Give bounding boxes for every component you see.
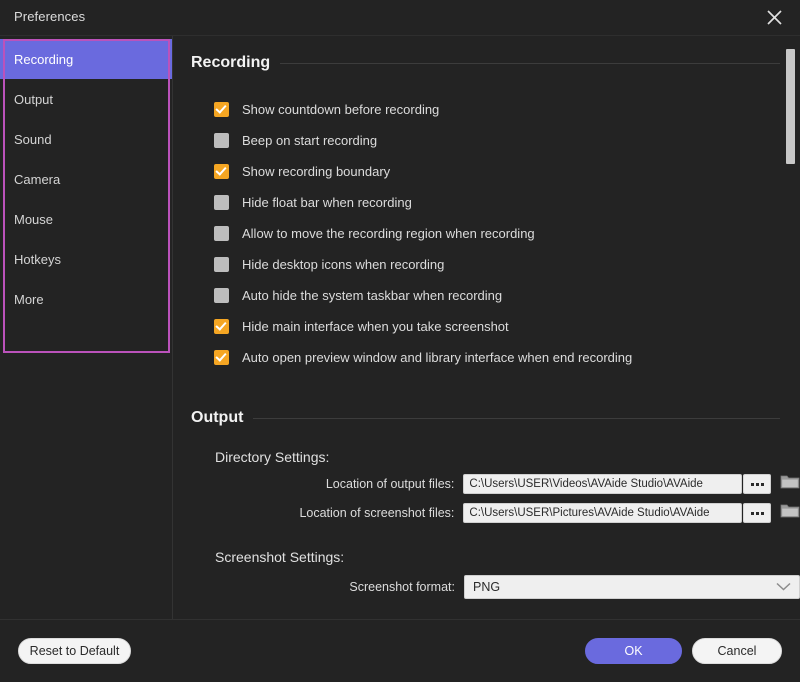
recording-section-header: Recording [191,54,780,72]
directory-settings-label: Directory Settings: [215,449,330,465]
recording-heading: Recording [191,54,271,71]
screenshot-settings-label: Screenshot Settings: [215,549,345,565]
recording-option-label: Beep on start recording [242,133,378,148]
sidebar-item-recording[interactable]: Recording [0,39,172,79]
output-heading: Output [191,409,244,426]
sidebar-item-sound[interactable]: Sound [0,119,172,159]
recording-option-row[interactable]: Auto open preview window and library int… [214,342,800,373]
content-inner: Recording Show countdown before recordin… [173,36,800,619]
sidebar-item-camera[interactable]: Camera [0,159,172,199]
output-location-input[interactable]: C:\Users\USER\Videos\AVAide Studio\AVAid… [463,474,743,494]
sidebar-item-hotkeys[interactable]: Hotkeys [0,239,172,279]
output-section: Output Directory Settings: Location of o… [173,409,800,599]
screenshot-location-row: Location of screenshot files: C:\Users\U… [215,503,800,523]
recording-option-row[interactable]: Beep on start recording [214,125,800,156]
dot-1 [750,482,754,486]
checkbox-unchecked-icon[interactable] [214,257,229,272]
screenshot-format-value: PNG [472,580,501,594]
page-title: Preferences [14,9,86,24]
title-bar: Preferences [0,0,800,36]
content-scrollbar-track[interactable] [786,36,798,619]
output-location-row: Location of output files: C:\Users\USER\… [215,474,800,494]
screenshot-location-browse-button[interactable] [743,503,771,523]
checkbox-unchecked-icon[interactable] [214,195,229,210]
ok-button[interactable]: OK [585,638,682,664]
recording-option-row[interactable]: Allow to move the recording region when … [214,218,800,249]
screenshot-format-row: Screenshot format: PNG [215,575,800,599]
recording-option-row[interactable]: Show countdown before recording [214,94,800,125]
dot-2 [755,511,759,515]
close-button[interactable] [758,2,790,32]
recording-heading-rule [280,62,780,64]
checkbox-checked-icon[interactable] [214,319,229,334]
dot-3 [760,482,764,486]
recording-option-label: Show countdown before recording [242,102,440,117]
sidebar-item-label: Camera [14,171,61,187]
checkbox-unchecked-icon[interactable] [214,288,229,303]
screenshot-format-label: Screenshot format: [349,580,455,594]
screenshot-location-label: Location of screenshot files: [299,506,455,520]
screenshot-location-input[interactable]: C:\Users\USER\Pictures\AVAide Studio\AVA… [463,503,743,523]
reset-to-default-button[interactable]: Reset to Default [18,638,131,664]
dot-3 [760,511,764,515]
dialog-footer: Reset to Default OK Cancel [0,619,800,682]
sidebar-item-label: Recording [14,51,74,67]
sidebar-item-label: Mouse [14,211,54,227]
sidebar-item-label: Hotkeys [14,251,61,267]
preferences-window: Preferences Recording Output Sound Camera Mo… [0,0,800,682]
sidebar-item-mouse[interactable]: Mouse [0,199,172,239]
output-location-label: Location of output files: [325,477,455,491]
recording-option-row[interactable]: Hide float bar when recording [214,187,800,218]
recording-option-label: Hide float bar when recording [242,195,412,210]
sidebar-nav: Recording Output Sound Camera Mouse Hotkeys Mo… [0,39,172,319]
output-location-browse-button[interactable] [743,474,771,494]
checkbox-checked-icon[interactable] [214,164,229,179]
dot-1 [750,511,754,515]
recording-option-row[interactable]: Auto hide the system taskbar when record… [214,280,800,311]
screenshot-format-select[interactable]: PNG [463,575,800,599]
content-scrollbar-thumb[interactable] [786,49,795,164]
body-split: Recording Output Sound Camera Mouse Hotkeys Mo… [0,36,800,619]
sidebar-item-label: Sound [14,131,52,147]
output-section-header: Output [191,409,780,427]
recording-option-label: Auto open preview window and library int… [242,350,633,365]
recording-option-label: Auto hide the system taskbar when record… [242,288,503,303]
sidebar-item-label: Output [14,91,54,107]
recording-option-label: Allow to move the recording region when … [242,226,535,241]
checkbox-unchecked-icon[interactable] [214,133,229,148]
recording-option-label: Hide main interface when you take screen… [242,319,509,334]
output-heading-rule [253,417,780,419]
cancel-button[interactable]: Cancel [692,638,782,664]
dot-2 [755,482,759,486]
close-icon [766,9,783,26]
recording-option-row[interactable]: Show recording boundary [214,156,800,187]
sidebar-item-output[interactable]: Output [0,79,172,119]
checkbox-unchecked-icon[interactable] [214,226,229,241]
sidebar-item-label: More [14,291,44,307]
recording-option-row[interactable]: Hide desktop icons when recording [214,249,800,280]
recording-option-label: Hide desktop icons when recording [242,257,445,272]
checkbox-checked-icon[interactable] [214,350,229,365]
sidebar-item-more[interactable]: More [0,279,172,319]
checkbox-checked-icon[interactable] [214,102,229,117]
recording-option-row[interactable]: Hide main interface when you take screen… [214,311,800,342]
sidebar: Recording Output Sound Camera Mouse Hotkeys Mo… [0,36,173,619]
recording-options-list: Show countdown before recording Beep on s… [214,94,800,373]
content-pane: Recording Show countdown before recordin… [173,36,800,619]
recording-option-label: Show recording boundary [242,164,391,179]
